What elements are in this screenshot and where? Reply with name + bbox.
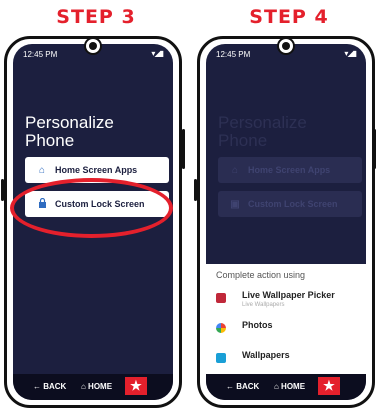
signal-battery-icon: ▾◢▮ <box>344 49 357 58</box>
volume-button <box>182 129 185 169</box>
highlight-ellipse <box>10 178 173 238</box>
home-screen-apps-label: Home Screen Apps <box>248 165 331 175</box>
camera-notch-icon <box>84 37 102 55</box>
bottom-nav-bar: ← BACK ⌂ HOME ★ <box>206 374 366 400</box>
bottom-nav-bar: ← BACK ⌂ HOME ★ <box>13 374 173 400</box>
page-title: Personalize Phone <box>218 114 307 150</box>
signal-battery-icon: ▾◢▮ <box>151 49 164 58</box>
title-line-1: Personalize <box>218 113 307 132</box>
page-title: Personalize Phone <box>25 114 114 150</box>
complete-action-sheet: Complete action using Live Wallpaper Pic… <box>206 264 366 374</box>
status-time: 12:45 PM <box>216 50 251 59</box>
star-button[interactable]: ★ <box>125 377 147 395</box>
wallpapers-icon <box>216 353 226 363</box>
custom-lock-screen-label: Custom Lock Screen <box>248 199 338 209</box>
option-photos[interactable]: Photos <box>214 318 366 342</box>
title-line-2: Phone <box>218 131 268 150</box>
home-icon: ⌂ <box>38 164 46 176</box>
camera-notch-icon <box>277 37 295 55</box>
home-button[interactable]: ⌂ HOME <box>81 382 112 391</box>
back-button[interactable]: ← BACK <box>33 382 66 391</box>
phone-step-4: 12:45 PM ▾◢▮ Personalize Phone ⌂ Home Sc… <box>194 36 376 408</box>
photos-pinwheel-icon <box>216 323 226 333</box>
power-button <box>1 179 4 201</box>
home-button[interactable]: ⌂ HOME <box>274 382 305 391</box>
option-title: Live Wallpaper Picker <box>242 290 335 300</box>
title-line-1: Personalize <box>25 113 114 132</box>
option-title: Wallpapers <box>242 350 290 360</box>
star-button[interactable]: ★ <box>318 377 340 395</box>
phone-screen: 12:45 PM ▾◢▮ Personalize Phone ⌂ Home Sc… <box>206 44 366 400</box>
home-screen-apps-button: ⌂ Home Screen Apps <box>218 157 362 183</box>
lock-icon: ▣ <box>230 198 240 210</box>
step-4-label: STEP 4 <box>249 6 329 28</box>
custom-lock-screen-button: ▣ Custom Lock Screen <box>218 191 362 217</box>
option-live-wallpaper-picker[interactable]: Live Wallpaper Picker Live Wallpapers <box>214 288 366 312</box>
step-3-label: STEP 3 <box>56 6 136 28</box>
title-line-2: Phone <box>25 131 75 150</box>
option-title: Photos <box>242 320 273 330</box>
power-button <box>194 179 197 201</box>
status-time: 12:45 PM <box>23 50 58 59</box>
sheet-header: Complete action using <box>216 270 306 280</box>
home-screen-apps-label: Home Screen Apps <box>55 165 138 175</box>
back-button[interactable]: ← BACK <box>226 382 259 391</box>
live-wallpaper-icon <box>216 293 226 303</box>
home-icon: ⌂ <box>231 164 239 176</box>
option-wallpapers[interactable]: Wallpapers <box>214 348 366 372</box>
option-subtitle: Live Wallpapers <box>242 302 285 308</box>
